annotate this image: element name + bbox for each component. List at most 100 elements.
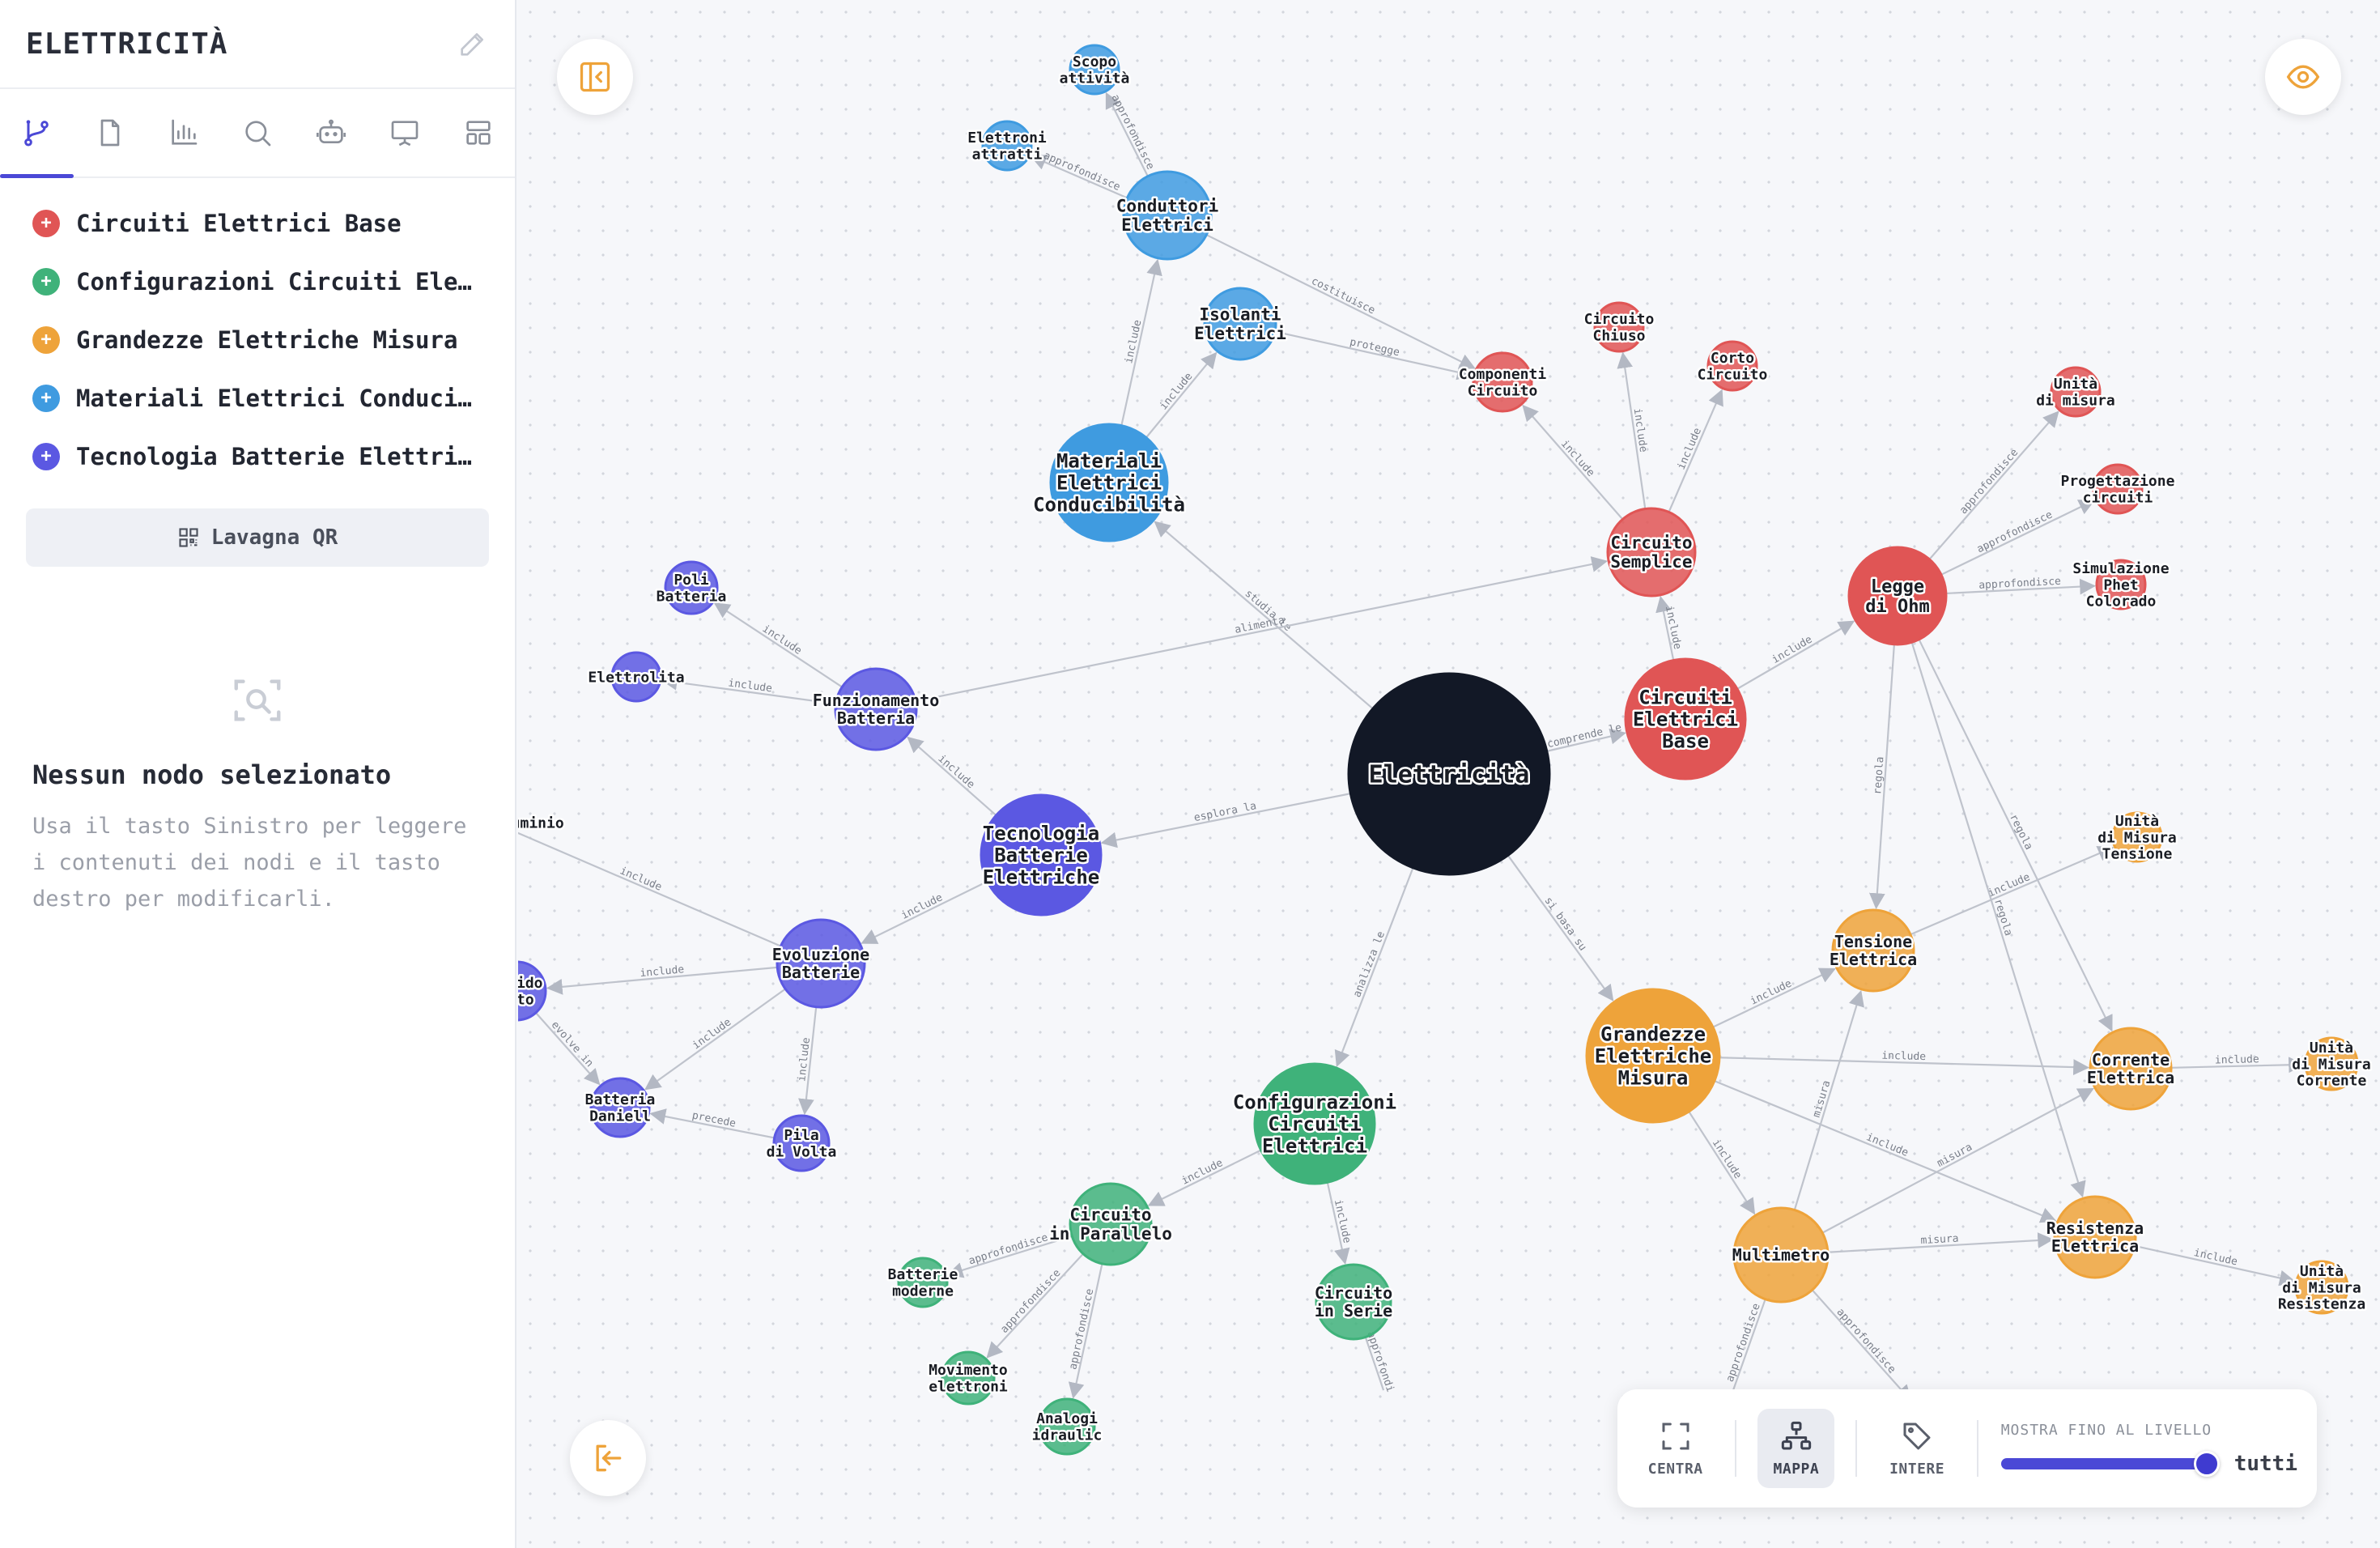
node-label: Circuito [1698, 366, 1768, 383]
add-icon: + [32, 443, 60, 470]
node-phet[interactable]: SimulazionePhetColorado [2071, 559, 2171, 612]
node-label: Unità [2310, 1040, 2353, 1057]
module-item-configurazioni[interactable]: + Configurazioni Circuiti Elet… [0, 253, 515, 311]
node-ten[interactable]: TensioneElettrica [1827, 908, 1919, 993]
exit-button[interactable] [570, 1420, 646, 1496]
module-label: Circuiti Elettrici Base [76, 210, 402, 237]
node-mov[interactable]: Movimentoelettroni [927, 1350, 1009, 1406]
tab-search[interactable] [221, 89, 295, 176]
node-label: Elettrici [1121, 215, 1213, 235]
tab-presentation[interactable] [368, 89, 441, 176]
node-cond[interactable]: ConduttoriElettrici [1114, 170, 1221, 261]
tab-stats[interactable] [147, 89, 221, 176]
node-mat[interactable]: MaterialiElettriciConducibilità [1031, 423, 1187, 542]
edge-multi-multix: approfondisce [1724, 1299, 1766, 1391]
node-label: Legge [1871, 576, 1924, 597]
toolbar-divider [1855, 1420, 1858, 1477]
qr-board-button[interactable]: Lavagna QR [26, 508, 489, 567]
node-udmr[interactable]: Unitàdi MisuraResistenza [2276, 1260, 2368, 1315]
node-anal[interactable]: Analogiidraulic [1030, 1397, 1104, 1456]
node-iso[interactable]: IsolantiElettrici [1192, 287, 1288, 361]
module-item-materiali[interactable]: + Materiali Elettrici Conducib… [0, 369, 515, 427]
edge-cor2-udmc: include [2170, 1053, 2305, 1074]
module-item-tecnologia[interactable]: + Tecnologia Batterie Elettric… [0, 427, 515, 486]
node-cor2[interactable]: CorrenteElettrica [2085, 1027, 2177, 1111]
node-cch[interactable]: CircuitoChiuso [1582, 301, 1656, 353]
node-cor[interactable]: CortoCircuito [1695, 340, 1770, 392]
add-icon: + [32, 268, 60, 296]
node-label: Unità [2115, 813, 2159, 830]
toolbar-divider [1976, 1420, 1978, 1477]
node-oss[interactable]: Ossidoilto [518, 960, 547, 1022]
node-cc[interactable]: ComponentiCircuito [1456, 351, 1549, 413]
edge-root-cfg: analizza le [1334, 867, 1414, 1067]
node-par[interactable]: Circuitoin Parallelo [1048, 1182, 1174, 1266]
edge-ceb-cs: include [1655, 595, 1684, 661]
node-res[interactable]: ResistenzaElettrica [2044, 1195, 2146, 1279]
node-label: Materiali [1056, 450, 1162, 473]
node-label: Funzionamento [813, 691, 940, 710]
edge-label: include [2215, 1053, 2259, 1066]
center-button[interactable]: CENTRA [1637, 1409, 1714, 1488]
labels-button[interactable]: INTERE [1878, 1409, 1955, 1488]
edge-gem-multi: include [1688, 1111, 1756, 1215]
edge-label: analizza le [1351, 929, 1388, 999]
node-evo[interactable]: EvoluzioneBatterie [770, 918, 872, 1009]
node-tec[interactable]: TecnologiaBatterieElettriche [980, 793, 1103, 916]
tab-document[interactable] [74, 89, 147, 176]
concept-map[interactable]: comprende lestudia leesplora laanalizza … [518, 0, 2380, 1548]
node-multi[interactable]: Multimetro [1730, 1206, 1832, 1303]
node-label: Batteria [585, 1091, 656, 1108]
edge-tec-evo: include [861, 880, 988, 944]
node-root[interactable]: Elettricità [1347, 672, 1551, 876]
edge-label: precede [691, 1109, 737, 1129]
map-button[interactable]: MAPPA [1757, 1409, 1835, 1488]
level-slider-handle[interactable] [2193, 1450, 2220, 1477]
pencil-icon[interactable] [457, 28, 489, 60]
node-dan[interactable]: BatteriaDaniell [583, 1077, 657, 1138]
level-filter-label: MOSTRA FINO AL LIVELLO [2000, 1421, 2212, 1439]
module-item-grandezze[interactable]: + Grandezze Elettriche Misura [0, 311, 515, 369]
module-item-circuiti[interactable]: + Circuiti Elettrici Base [0, 194, 515, 253]
collapse-sidebar-button[interactable] [557, 39, 633, 115]
node-eltr[interactable]: Elettrolita [586, 651, 686, 703]
node-volta[interactable]: Piladi Volta [764, 1114, 839, 1172]
node-udm[interactable]: Unitàdi misura [2034, 366, 2117, 418]
edge-tec-fun: include [907, 736, 997, 816]
node-udmt[interactable]: Unitàdi MisuraTensione [2096, 811, 2179, 865]
add-icon: + [32, 210, 60, 237]
node-label: Isolanti [1199, 305, 1281, 325]
add-icon: + [32, 385, 60, 412]
qr-code-icon [179, 528, 198, 547]
map-canvas[interactable]: comprende le studia le esplora la analizza … [518, 0, 2380, 1548]
node-gem[interactable]: GrandezzeElettricheMisura [1585, 988, 1721, 1124]
map-label: MAPPA [1773, 1460, 1820, 1478]
edge-multi-mtt: approfondisce [1811, 1289, 1912, 1401]
tab-map[interactable] [0, 89, 74, 178]
node-allum[interactable]: lluminio [518, 813, 566, 834]
node-ceb[interactable]: CircuitiElettriciBase [1624, 657, 1747, 780]
tab-layout[interactable] [441, 89, 515, 176]
expand-icon [1662, 1423, 1689, 1449]
node-elat[interactable]: Elettroniattratti [966, 120, 1048, 172]
node-ser[interactable]: Circuitoin Serie [1312, 1263, 1395, 1341]
node-cfg[interactable]: ConfigurazioniCircuitiElettrici [1230, 1062, 1399, 1185]
node-cs[interactable]: CircuitoSemplice [1606, 507, 1697, 598]
node-label: circuiti [2083, 489, 2153, 506]
node-batm[interactable]: Batteriemoderne [886, 1257, 960, 1308]
node-prog[interactable]: Progettazionecircuiti [2059, 463, 2177, 515]
node-label: Phet [2103, 576, 2138, 593]
edge-multi-res: misura [1827, 1232, 2055, 1253]
node-ohm[interactable]: Leggedi Ohm [1847, 546, 1948, 646]
node-label: Evoluzione [772, 945, 869, 964]
node-label: Elettrici [1633, 708, 1738, 730]
node-poli[interactable]: PoliBatteria [654, 560, 729, 615]
visibility-button[interactable] [2265, 39, 2341, 115]
node-label: Corrente [2297, 1072, 2367, 1089]
edge-fun-cs: alimenta [915, 556, 1609, 703]
edge-cs-cor: include [1668, 389, 1723, 512]
node-udmc[interactable]: Unitàdi MisuraCorrente [2290, 1036, 2373, 1091]
tab-robot[interactable] [294, 89, 368, 176]
level-slider[interactable] [2000, 1450, 2220, 1477]
node-scopo[interactable]: Scopoattività [1057, 44, 1132, 96]
